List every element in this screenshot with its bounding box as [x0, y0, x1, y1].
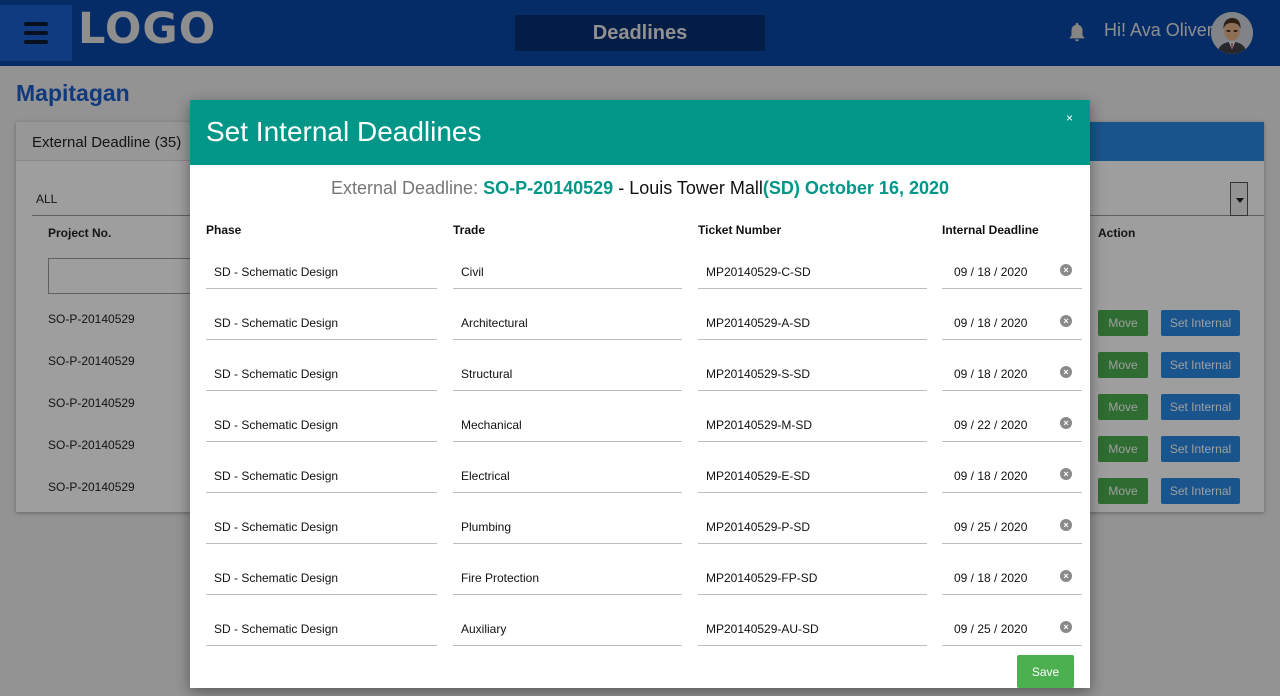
clear-date-icon[interactable]: ×	[1060, 315, 1072, 327]
trade-field[interactable]: Auxiliary	[453, 612, 682, 646]
trade-field[interactable]: Civil	[453, 255, 682, 289]
phase-field[interactable]: SD - Schematic Design	[206, 408, 437, 442]
ticket-number-field[interactable]: MP20140529-M-SD	[698, 408, 927, 442]
ticket-number-field[interactable]: MP20140529-FP-SD	[698, 561, 927, 595]
summary-separator: -	[613, 178, 630, 198]
trade-field[interactable]: Structural	[453, 357, 682, 391]
clear-date-icon[interactable]: ×	[1060, 366, 1072, 378]
clear-date-icon[interactable]: ×	[1060, 570, 1072, 582]
set-internal-deadlines-modal: Set Internal Deadlines × External Deadli…	[190, 100, 1090, 688]
phase-field[interactable]: SD - Schematic Design	[206, 255, 437, 289]
save-button[interactable]: Save	[1017, 655, 1074, 688]
phase-field[interactable]: SD - Schematic Design	[206, 357, 437, 391]
column-header-trade: Trade	[453, 223, 486, 237]
ticket-number-field[interactable]: MP20140529-AU-SD	[698, 612, 927, 646]
phase-field[interactable]: SD - Schematic Design	[206, 561, 437, 595]
clear-date-icon[interactable]: ×	[1060, 417, 1072, 429]
clear-date-icon[interactable]: ×	[1060, 468, 1072, 480]
column-header-internal-deadline: Internal Deadline	[942, 223, 1039, 237]
phase-field[interactable]: SD - Schematic Design	[206, 510, 437, 544]
clear-date-icon[interactable]: ×	[1060, 621, 1072, 633]
trade-field[interactable]: Electrical	[453, 459, 682, 493]
phase-field[interactable]: SD - Schematic Design	[206, 306, 437, 340]
summary-external-date: (SD) October 16, 2020	[762, 178, 949, 198]
ticket-number-field[interactable]: MP20140529-S-SD	[698, 357, 927, 391]
phase-field[interactable]: SD - Schematic Design	[206, 459, 437, 493]
trade-field[interactable]: Mechanical	[453, 408, 682, 442]
close-icon[interactable]: ×	[1066, 111, 1073, 125]
summary-project-number: SO-P-20140529	[483, 178, 614, 198]
clear-date-icon[interactable]: ×	[1060, 519, 1072, 531]
summary-project-name: Louis Tower Mall	[629, 178, 763, 198]
trade-field[interactable]: Fire Protection	[453, 561, 682, 595]
ticket-number-field[interactable]: MP20140529-A-SD	[698, 306, 927, 340]
trade-field[interactable]: Architectural	[453, 306, 682, 340]
ticket-number-field[interactable]: MP20140529-C-SD	[698, 255, 927, 289]
external-deadline-summary: External Deadline: SO-P-20140529 - Louis…	[190, 178, 1090, 199]
column-header-ticket-number: Ticket Number	[698, 223, 782, 237]
clear-date-icon[interactable]: ×	[1060, 264, 1072, 276]
trade-field[interactable]: Plumbing	[453, 510, 682, 544]
ticket-number-field[interactable]: MP20140529-E-SD	[698, 459, 927, 493]
modal-title: Set Internal Deadlines	[206, 116, 482, 147]
modal-header: Set Internal Deadlines ×	[190, 100, 1090, 165]
phase-field[interactable]: SD - Schematic Design	[206, 612, 437, 646]
summary-label: External Deadline:	[330, 178, 479, 198]
column-header-phase: Phase	[206, 223, 242, 237]
ticket-number-field[interactable]: MP20140529-P-SD	[698, 510, 927, 544]
